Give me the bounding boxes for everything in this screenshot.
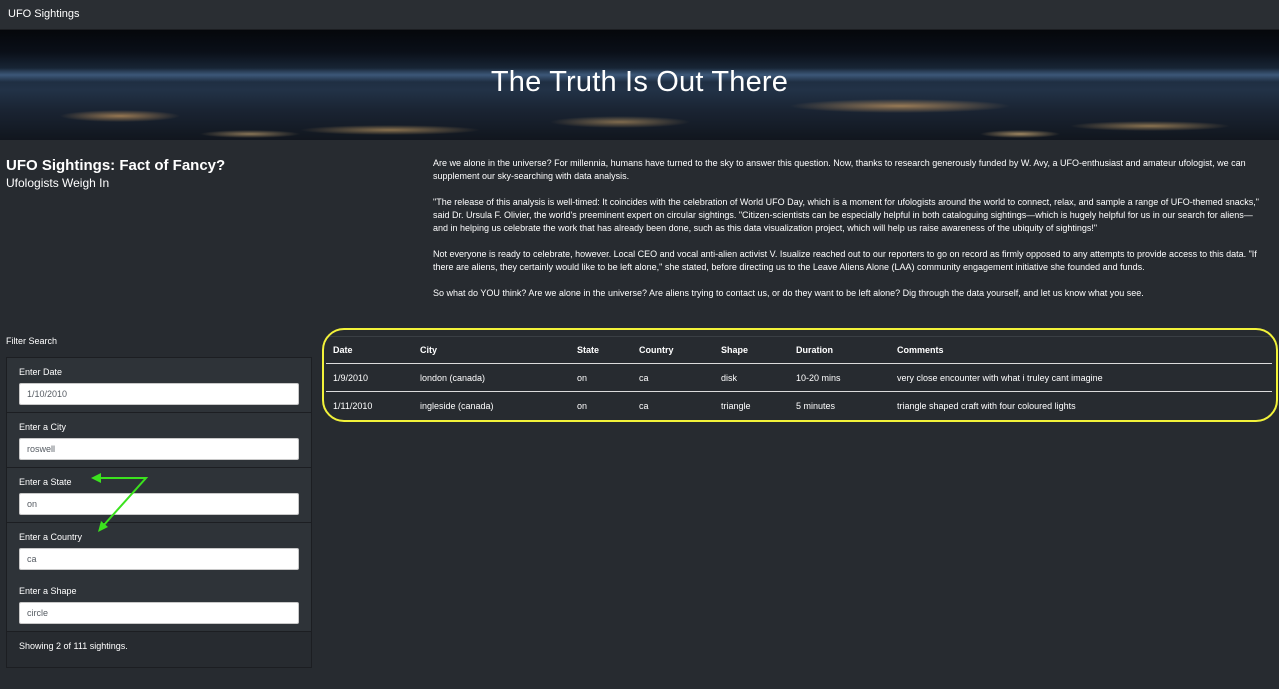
navbar: UFO Sightings (0, 0, 1279, 30)
filter-item-state: Enter a State (7, 468, 311, 523)
column-header-city: City (413, 336, 570, 364)
filter-item-shape: Enter a Shape (7, 577, 311, 632)
filter-panel: Enter Date Enter a City Enter a State En… (6, 357, 312, 668)
cell-city: london (canada) (413, 363, 570, 392)
brand-link[interactable]: UFO Sightings (8, 8, 80, 20)
column-header-date: Date (326, 336, 413, 364)
cell-country: ca (632, 363, 714, 392)
hero-banner: The Truth Is Out There (0, 30, 1279, 140)
column-header-duration: Duration (789, 336, 890, 364)
country-input[interactable] (19, 548, 299, 570)
article-paragraph: So what do YOU think? Are we alone in th… (433, 288, 1144, 298)
article-paragraph: Are we alone in the universe? For millen… (433, 158, 1246, 181)
cell-duration: 10-20 mins (789, 363, 890, 392)
page-headline: UFO Sightings: Fact of Fancy? (6, 157, 226, 174)
filter-item-country: Enter a Country (7, 523, 311, 578)
page-subheadline: Ufologists Weigh In (6, 176, 110, 190)
sightings-table-container: Date City State Country Shape Duration C… (326, 336, 1272, 420)
country-label: Enter a Country (19, 532, 83, 542)
results-count: Showing 2 of 111 sightings. (19, 641, 128, 651)
hero-title: The Truth Is Out There (490, 66, 789, 98)
article-body: Are we alone in the universe? For millen… (433, 157, 1259, 313)
cell-date: 1/11/2010 (333, 400, 373, 411)
column-header-country: Country (632, 336, 714, 364)
cell-shape: disk (714, 363, 789, 392)
cell-city: ingleside (canada) (420, 400, 494, 411)
city-input[interactable] (19, 438, 299, 460)
filter-item-city: Enter a City (7, 413, 311, 468)
cell-comments: triangle shaped craft with four coloured… (897, 400, 1076, 411)
cell-date: 1/9/2010 (326, 363, 413, 392)
article-paragraph: "The release of this analysis is well-ti… (433, 197, 1259, 233)
state-label: Enter a State (19, 477, 72, 487)
column-header-state: State (570, 336, 632, 364)
date-input[interactable] (19, 383, 299, 405)
column-header-comments: Comments (890, 336, 1272, 364)
column-header-shape: Shape (714, 336, 789, 364)
cell-shape: triangle (721, 400, 751, 411)
cell-state: on (570, 363, 632, 392)
table-row: 1/9/2010 london (canada) on ca disk 10-2… (326, 363, 1272, 392)
filter-search-title: Filter Search (6, 336, 58, 346)
cell-comments: very close encounter with what i truley … (890, 363, 1272, 392)
date-label: Enter Date (19, 367, 63, 377)
sightings-table: Date City State Country Shape Duration C… (326, 336, 1272, 420)
city-label: Enter a City (19, 422, 67, 432)
shape-input[interactable] (19, 602, 299, 624)
cell-duration: 5 minutes (796, 400, 836, 411)
cell-country: ca (639, 400, 649, 411)
filter-item-date: Enter Date (7, 358, 311, 413)
table-row: 1/11/2010 ingleside (canada) on ca trian… (326, 392, 1272, 420)
state-input[interactable] (19, 493, 299, 515)
shape-label: Enter a Shape (19, 586, 77, 596)
article-paragraph: Not everyone is ready to celebrate, howe… (433, 249, 1257, 272)
cell-state: on (577, 400, 588, 411)
table-header-row: Date City State Country Shape Duration C… (326, 336, 1272, 364)
